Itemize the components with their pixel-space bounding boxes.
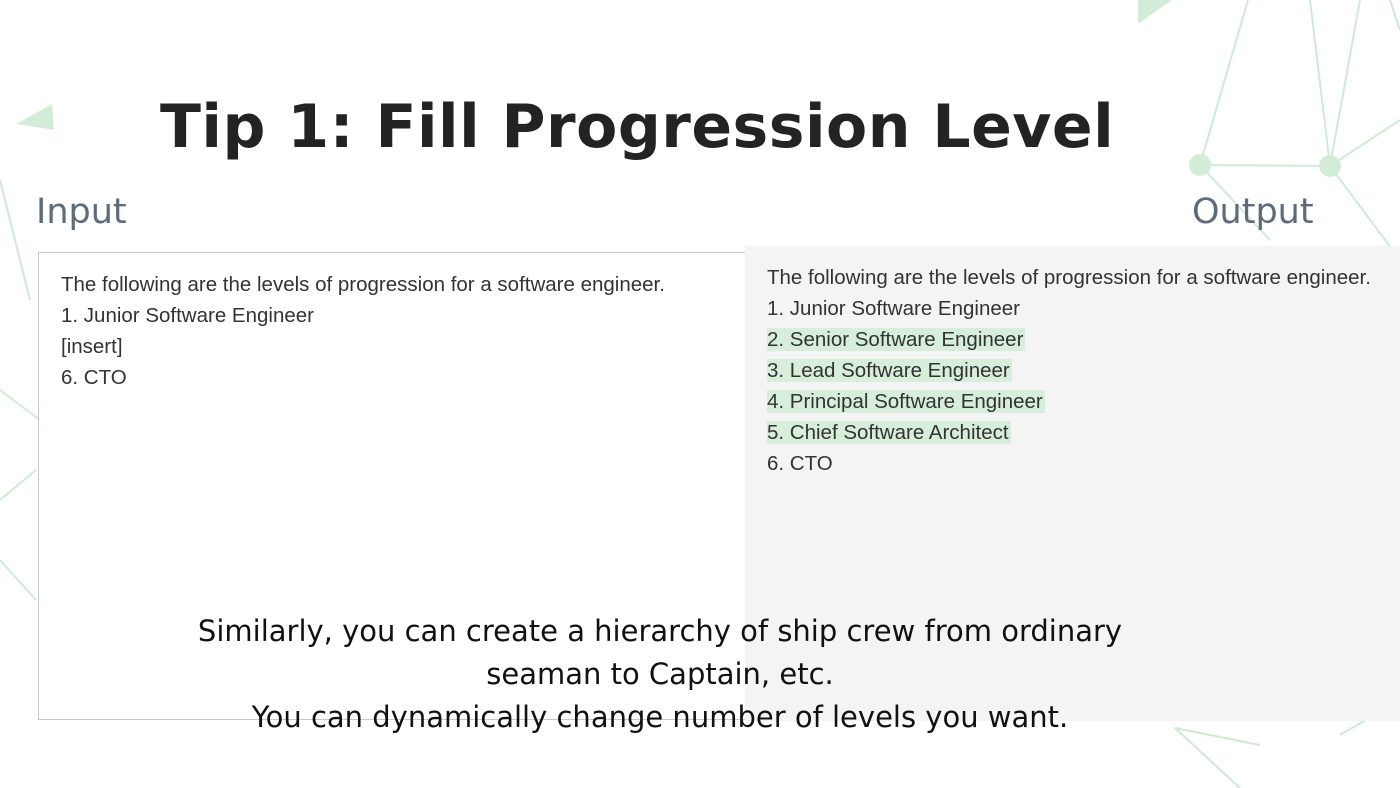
- video-subtitle: Similarly, you can create a hierarchy of…: [160, 610, 1160, 739]
- subtitle-line: You can dynamically change number of lev…: [251, 700, 1069, 734]
- input-line: 6. CTO: [61, 366, 127, 389]
- input-heading: Input: [36, 192, 127, 232]
- output-generated-line: 5. Chief Software Architect: [767, 421, 1011, 444]
- output-generated-line: 3. Lead Software Engineer: [767, 359, 1012, 382]
- input-line: The following are the levels of progress…: [61, 273, 665, 296]
- slide-title: Tip 1: Fill Progression Level: [160, 92, 1115, 162]
- output-heading: Output: [1192, 192, 1314, 232]
- output-generated-line: 2. Senior Software Engineer: [767, 328, 1026, 351]
- input-line: 1. Junior Software Engineer: [61, 304, 314, 327]
- input-insert-token: [insert]: [61, 335, 123, 358]
- output-generated-line: 4. Principal Software Engineer: [767, 390, 1045, 413]
- subtitle-line: seaman to Captain, etc.: [486, 657, 834, 691]
- output-line: 6. CTO: [767, 452, 833, 475]
- subtitle-line: Similarly, you can create a hierarchy of…: [197, 614, 1123, 648]
- output-line: The following are the levels of progress…: [767, 266, 1371, 289]
- output-line: 1. Junior Software Engineer: [767, 297, 1020, 320]
